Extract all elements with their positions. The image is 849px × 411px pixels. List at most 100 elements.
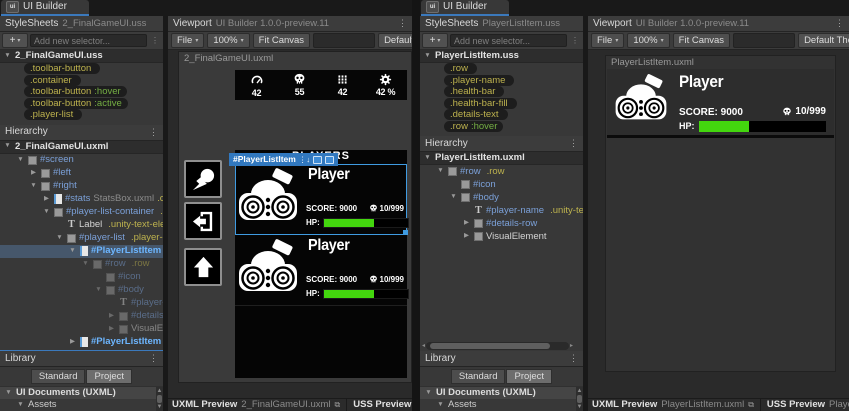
uss-selector-pill[interactable]: .toolbar-button :active	[24, 97, 128, 109]
expand-toggle[interactable]: ▼	[3, 143, 12, 150]
library-tab-standard[interactable]: Standard	[30, 369, 86, 384]
hierarchy-row[interactable]: ▼ PlayerListItem.uxml	[420, 152, 583, 165]
fit-canvas-button[interactable]: Fit Canvas	[672, 33, 731, 48]
player-list-item[interactable]: Player SCORE: 9000 10/999 HP:	[607, 69, 834, 138]
expand-toggle[interactable]: ▼	[68, 247, 77, 255]
move-handle-icon[interactable]: ⋮↓	[299, 156, 310, 164]
open-template-icon[interactable]	[325, 155, 335, 164]
uss-selector-pill[interactable]: .row	[444, 63, 477, 75]
uxml-preview-label[interactable]: UXML Preview	[172, 400, 237, 410]
hierarchy-row[interactable]: ▼ #player-list-container .container	[0, 206, 163, 219]
scroll-left-icon[interactable]: ◂	[422, 343, 425, 349]
hierarchy-row[interactable]: ▶ #left	[0, 167, 163, 180]
expand-toggle[interactable]: ▼	[423, 154, 432, 162]
canvas-size-field[interactable]	[733, 33, 796, 48]
expand-toggle[interactable]: ▶	[107, 312, 116, 320]
theme-select[interactable]: Default Theme ▾	[798, 33, 849, 48]
hierarchy-row[interactable]: ▶ #details-row	[0, 310, 163, 323]
hierarchy-row[interactable]: ▼ #PlayerListItem PlayerListItem.u	[0, 244, 163, 258]
hierarchy-row[interactable]: #player-name .unity-text-	[0, 297, 163, 310]
hierarchy-row[interactable]: Label .unity-text-element .unity-	[0, 219, 163, 232]
uss-selector-pill[interactable]: .toolbar-button :hover	[24, 86, 127, 98]
uss-selector-pill[interactable]: .details-text	[444, 109, 508, 121]
expand-toggle[interactable]: ▼	[423, 52, 432, 60]
library-item-assets[interactable]: ▼ Assets	[420, 399, 583, 411]
expand-toggle[interactable]: ▼	[3, 52, 12, 60]
hierarchy-row[interactable]: ▶ VisualElement	[420, 230, 583, 243]
uss-selector-row[interactable]: .details-text	[420, 109, 583, 121]
scroll-up-icon[interactable]: ▲	[157, 388, 163, 394]
panel-menu-icon[interactable]: ⋮	[149, 127, 158, 137]
player-list-item[interactable]: Player SCORE: 9000 10/999 HP:	[235, 235, 409, 306]
game-toolbar-button-exit[interactable]	[184, 202, 222, 240]
hierarchy-row[interactable]: #player-name .unity-text-element .u	[420, 204, 583, 217]
hierarchy-row[interactable]: ▶ #stats StatsBox.uxml .container	[0, 193, 163, 206]
canvas-area[interactable]: 2_FinalGameUI.uxml 42 55 42 42 % Player …	[168, 50, 412, 398]
scrollbar-thumb[interactable]	[577, 395, 582, 403]
hierarchy-row[interactable]: ▼ #body	[0, 284, 163, 297]
uss-selector-pill[interactable]: .health-bar	[444, 86, 505, 98]
expand-toggle[interactable]: ▼	[436, 168, 445, 175]
new-selector-input[interactable]	[450, 34, 567, 47]
panel-menu-icon[interactable]: ⋮	[569, 354, 578, 363]
expand-toggle[interactable]: ▼	[94, 286, 103, 294]
external-link-icon[interactable]: ⧉	[335, 401, 341, 409]
stylesheet-root-row[interactable]: ▼ 2_FinalGameUI.uss	[0, 50, 163, 63]
scroll-down-icon[interactable]: ▼	[157, 404, 163, 410]
hierarchy-row[interactable]: ▼ #row .row	[0, 258, 163, 271]
uss-selector-pill[interactable]: .player-name	[444, 74, 515, 86]
expand-toggle[interactable]: ▶	[68, 338, 77, 346]
add-selector-button[interactable]: + ▾	[2, 33, 28, 48]
scrollbar-thumb[interactable]	[157, 395, 162, 403]
file-menu[interactable]: File ▾	[591, 33, 625, 48]
library-tab-project[interactable]: Project	[86, 369, 133, 384]
uss-selector-row[interactable]: .player-list	[0, 109, 163, 121]
uss-selector-pill[interactable]: .row :hover	[444, 120, 504, 132]
library-section-documents[interactable]: ▼ UI Documents (UXML)	[0, 386, 163, 399]
hierarchy-row[interactable]: ▶ VisualElement	[0, 323, 163, 336]
vertical-scrollbar[interactable]: ▲ ▼	[156, 387, 163, 411]
file-menu[interactable]: File ▾	[171, 33, 205, 48]
external-link-icon[interactable]: ⧉	[748, 401, 754, 409]
player-list-item[interactable]: Player SCORE: 9000 10/999 HP:	[235, 164, 409, 235]
hierarchy-row[interactable]: ▼ #right	[0, 180, 163, 193]
scrollbar-thumb[interactable]	[430, 342, 551, 349]
document-canvas[interactable]: 2_FinalGameUI.uxml 42 55 42 42 % Player …	[178, 51, 412, 383]
expand-toggle[interactable]: ▼	[4, 389, 13, 397]
expand-toggle[interactable]: ▶	[462, 220, 471, 227]
expand-toggle[interactable]: ▼	[29, 182, 38, 190]
library-tab-project[interactable]: Project	[506, 369, 553, 384]
canvas-size-field[interactable]	[313, 33, 376, 48]
horizontal-scrollbar[interactable]: ◂ ▸	[422, 341, 573, 350]
library-tab-standard[interactable]: Standard	[450, 369, 506, 384]
scroll-right-icon[interactable]: ▸	[570, 343, 573, 349]
hierarchy-row[interactable]: ▼ #screen	[0, 154, 163, 167]
expand-toggle[interactable]: ▶	[462, 233, 471, 240]
selector-options-icon[interactable]: ⋮	[569, 36, 581, 45]
hierarchy-row[interactable]: ▼ #player-list .player-list	[0, 232, 163, 245]
uss-selector-row[interactable]: .container	[0, 74, 163, 87]
panel-menu-icon[interactable]: ⋮	[835, 19, 844, 28]
scrollbar-track[interactable]	[426, 341, 569, 350]
tab-ui-builder[interactable]: ui UI Builder	[1, 0, 89, 16]
expand-toggle[interactable]: ▶	[29, 169, 38, 177]
hierarchy-row[interactable]: #icon	[420, 178, 583, 191]
theme-select[interactable]: Default Theme ▾	[378, 33, 412, 48]
fit-canvas-button[interactable]: Fit Canvas	[252, 33, 311, 48]
add-selector-button[interactable]: + ▾	[422, 33, 448, 48]
uss-selector-pill[interactable]: .container	[24, 74, 81, 86]
uxml-preview-label[interactable]: UXML Preview	[592, 400, 657, 410]
stylesheet-root-row[interactable]: ▼ PlayerListItem.uss	[420, 50, 583, 63]
hierarchy-row[interactable]: ▶ #PlayerListItem PlayerListItem.u	[0, 336, 163, 349]
library-item-assets[interactable]: ▼ Assets	[0, 399, 163, 411]
expand-toggle[interactable]: ▼	[42, 208, 51, 216]
tab-ui-builder[interactable]: ui UI Builder	[421, 0, 509, 16]
selection-tag[interactable]: #PlayerListItem ⋮↓	[229, 153, 339, 166]
new-selector-input[interactable]	[30, 34, 147, 47]
edit-inline-icon[interactable]	[313, 155, 323, 164]
uss-selector-row[interactable]: .player-name	[420, 74, 583, 87]
panel-menu-icon[interactable]: ⋮	[398, 19, 407, 28]
zoom-select[interactable]: 100% ▾	[627, 33, 670, 48]
uss-selector-row[interactable]: .row	[420, 63, 583, 75]
uss-selector-row[interactable]: .toolbar-button :hover	[0, 86, 163, 98]
